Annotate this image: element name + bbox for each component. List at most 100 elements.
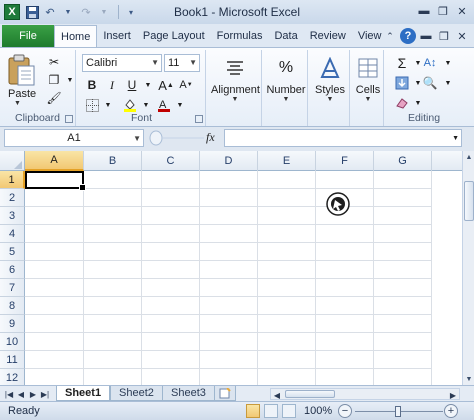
cell[interactable] [84, 261, 142, 279]
zoom-level[interactable]: 100% [304, 405, 332, 417]
cell[interactable] [84, 207, 142, 225]
font-size-select[interactable]: 11 ▼ [164, 54, 200, 72]
cells-button[interactable]: Cells ▼ [344, 52, 392, 106]
cell[interactable] [374, 225, 432, 243]
cell[interactable] [374, 189, 432, 207]
cell[interactable] [25, 243, 84, 261]
column-header-d[interactable]: D [200, 151, 258, 171]
cell[interactable] [200, 243, 258, 261]
clear-dropdown-icon[interactable]: ▼ [410, 94, 426, 112]
column-header-c[interactable]: C [142, 151, 200, 171]
cell[interactable] [374, 297, 432, 315]
save-icon[interactable] [24, 4, 40, 20]
cell[interactable] [25, 351, 84, 369]
cell[interactable] [142, 189, 200, 207]
vertical-scroll-thumb[interactable] [464, 181, 474, 221]
workbook-minimize-icon[interactable]: ▬ [418, 28, 434, 44]
first-sheet-icon[interactable]: |◀ [4, 388, 14, 400]
cell[interactable] [374, 261, 432, 279]
row-header-2[interactable]: 2 [0, 189, 25, 207]
cell[interactable] [142, 261, 200, 279]
cell[interactable] [374, 207, 432, 225]
horizontal-scroll-thumb[interactable] [285, 390, 335, 398]
tab-data[interactable]: Data [268, 25, 303, 47]
cell[interactable] [316, 171, 374, 189]
tab-home[interactable]: Home [54, 25, 98, 47]
restore-icon[interactable]: ❐ [435, 3, 451, 19]
column-header-g[interactable]: G [374, 151, 432, 171]
formula-input[interactable]: ▼ [224, 129, 462, 147]
italic-button[interactable]: I [104, 76, 120, 94]
normal-view-icon[interactable] [246, 404, 260, 418]
cell[interactable] [258, 189, 316, 207]
column-header-e[interactable]: E [258, 151, 316, 171]
cell[interactable] [258, 207, 316, 225]
cell[interactable] [25, 297, 84, 315]
cell[interactable] [200, 189, 258, 207]
active-cell[interactable] [25, 171, 86, 191]
cell[interactable] [200, 261, 258, 279]
select-all-button[interactable] [0, 151, 25, 171]
row-header-1[interactable]: 1 [0, 171, 25, 189]
sheet-tab-1[interactable]: Sheet1 [56, 386, 111, 401]
number-button[interactable]: % Number ▼ [262, 52, 310, 106]
last-sheet-icon[interactable]: ▶| [40, 388, 50, 400]
zoom-in-icon[interactable]: + [444, 404, 458, 418]
column-header-a[interactable]: A [25, 151, 84, 171]
scroll-down-icon[interactable]: ▼ [464, 373, 474, 385]
name-box[interactable]: A1 ▼ [4, 129, 144, 147]
cell[interactable] [84, 297, 142, 315]
cell[interactable] [84, 333, 142, 351]
row-header-11[interactable]: 11 [0, 351, 25, 369]
cell[interactable] [200, 207, 258, 225]
autosum-icon[interactable]: Σ [394, 54, 410, 72]
sheet-tab-3[interactable]: Sheet3 [162, 386, 215, 401]
cell[interactable] [142, 171, 200, 189]
scroll-up-icon[interactable]: ▲ [464, 151, 474, 163]
cell[interactable] [25, 315, 84, 333]
next-sheet-icon[interactable]: ▶ [28, 388, 38, 400]
cell[interactable] [25, 225, 84, 243]
cell[interactable] [258, 297, 316, 315]
horizontal-scrollbar[interactable]: ◀ ▶ [270, 388, 460, 400]
zoom-slider-thumb[interactable] [395, 406, 401, 417]
cell[interactable] [200, 225, 258, 243]
cell[interactable] [84, 171, 142, 189]
excel-app-icon[interactable]: X [4, 4, 20, 20]
vertical-scrollbar[interactable]: ▲ ▼ [462, 151, 474, 385]
cell[interactable] [316, 261, 374, 279]
copy-icon[interactable]: ❐ [46, 72, 62, 88]
customize-qat-icon[interactable]: ▾ [123, 4, 139, 20]
cell[interactable] [200, 315, 258, 333]
prev-sheet-icon[interactable]: ◀ [16, 388, 26, 400]
workbook-restore-icon[interactable]: ❐ [436, 28, 452, 44]
cell[interactable] [84, 351, 142, 369]
sort-filter-dropdown-icon[interactable]: ▼ [440, 54, 456, 72]
cell[interactable] [84, 279, 142, 297]
cell[interactable] [374, 333, 432, 351]
clipboard-launcher-icon[interactable] [65, 115, 73, 123]
row-header-8[interactable]: 8 [0, 297, 25, 315]
cell[interactable] [374, 351, 432, 369]
cell[interactable] [374, 279, 432, 297]
tab-file[interactable]: File [2, 25, 54, 47]
minimize-icon[interactable]: ▬ [416, 3, 432, 19]
cell[interactable] [316, 279, 374, 297]
cell[interactable] [258, 243, 316, 261]
row-header-4[interactable]: 4 [0, 225, 25, 243]
scroll-right-icon[interactable]: ▶ [448, 389, 458, 401]
insert-function-button[interactable]: fx [206, 130, 215, 145]
redo-icon[interactable]: ↷ [78, 4, 94, 20]
page-break-view-icon[interactable] [282, 404, 296, 418]
cell[interactable] [142, 315, 200, 333]
clear-icon[interactable] [394, 94, 410, 112]
page-layout-view-icon[interactable] [264, 404, 278, 418]
shrink-font-icon[interactable]: A ▼ [178, 76, 194, 94]
cell[interactable] [200, 297, 258, 315]
row-header-7[interactable]: 7 [0, 279, 25, 297]
cell[interactable] [316, 243, 374, 261]
cell[interactable] [258, 315, 316, 333]
cell[interactable] [25, 207, 84, 225]
cell[interactable] [84, 243, 142, 261]
alignment-button[interactable]: Alignment ▼ [211, 52, 260, 106]
